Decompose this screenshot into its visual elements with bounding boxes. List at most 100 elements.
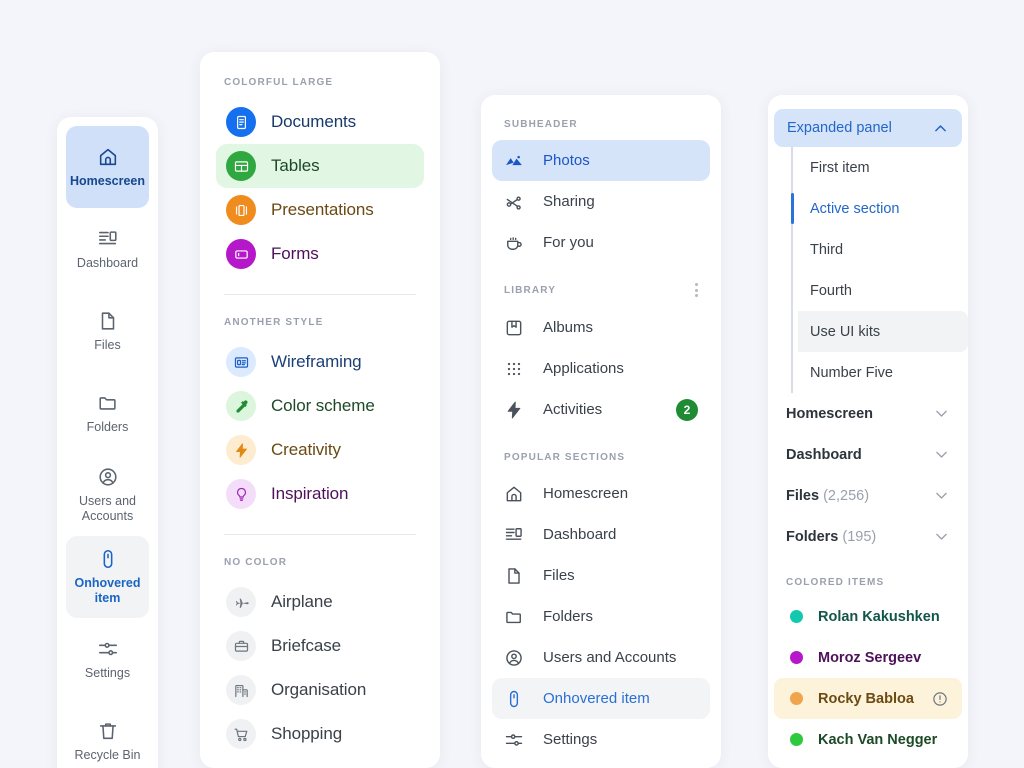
nav-item-for-you[interactable]: For you xyxy=(492,222,710,263)
folder-icon xyxy=(504,607,524,627)
eyedropper-icon xyxy=(226,391,256,421)
colorful-item-label: Wireframing xyxy=(271,352,362,371)
chevron-down-icon[interactable] xyxy=(933,405,950,422)
section-header-library-row: Library xyxy=(492,283,710,297)
user-circle-icon xyxy=(97,466,119,488)
rail-item-dashboard[interactable]: Dashboard xyxy=(66,208,149,290)
kebab-menu-icon[interactable] xyxy=(695,283,698,297)
nav-item-onhovered-item[interactable]: Onhovered item xyxy=(492,678,710,719)
colorful-item-organisation[interactable]: Organisation xyxy=(216,668,424,712)
user-circle-icon xyxy=(504,648,524,668)
rail-item-label: Recycle Bin xyxy=(74,747,141,762)
rail-item-recycle-bin[interactable]: Recycle Bin xyxy=(66,700,149,768)
app-canvas: Homescreen Dashboard Files Folders Users and… xyxy=(0,0,1024,768)
nav-item-photos[interactable]: Photos xyxy=(492,140,710,181)
tree-child-label: Third xyxy=(810,241,844,258)
nav-item-label: Onhovered item xyxy=(543,690,650,707)
colorful-item-briefcase[interactable]: Briefcase xyxy=(216,624,424,668)
nav-item-albums[interactable]: Albums xyxy=(492,307,710,348)
chevron-up-icon[interactable] xyxy=(932,120,949,137)
tree-group-count: (2,256) xyxy=(823,487,870,504)
rail-item-users-and-accounts[interactable]: Users and Accounts xyxy=(66,454,149,536)
colorful-item-wireframing[interactable]: Wireframing xyxy=(216,340,424,384)
tree-group-files[interactable]: Files (2,256) xyxy=(774,475,962,516)
rail-item-settings[interactable]: Settings xyxy=(66,618,149,700)
trash-icon xyxy=(97,720,119,742)
section-divider xyxy=(224,294,416,295)
nav-item-label: Activities xyxy=(543,401,603,418)
wireframe-icon xyxy=(226,347,256,377)
tree-child-use-ui-kits[interactable]: Use UI kits xyxy=(798,311,968,352)
dashboard-icon xyxy=(97,228,119,250)
rail-item-onhovered-item[interactable]: Onhovered item xyxy=(66,536,149,618)
section-header-library: Library xyxy=(504,284,557,296)
tree-child-fourth[interactable]: Fourth xyxy=(798,270,962,311)
section-divider xyxy=(224,534,416,535)
rail-item-label: Homescreen xyxy=(69,173,146,188)
colorful-item-shopping[interactable]: Shopping xyxy=(216,712,424,756)
tree-child-first-item[interactable]: First item xyxy=(798,147,962,188)
tree-child-third[interactable]: Third xyxy=(798,229,962,270)
form-icon xyxy=(226,239,256,269)
expanded-panel-header[interactable]: Expanded panel xyxy=(774,109,962,147)
tree-child-label: Number Five xyxy=(810,364,893,381)
colored-item-moroz-sergeev[interactable]: Moroz Sergeev xyxy=(774,637,962,678)
tree-group-dashboard[interactable]: Dashboard xyxy=(774,434,962,475)
section-header: Colorful large xyxy=(224,77,334,88)
nav-item-label: Albums xyxy=(543,319,594,336)
colorful-item-inspiration[interactable]: Inspiration xyxy=(216,472,424,516)
nav-item-folders[interactable]: Folders xyxy=(492,596,710,637)
colored-item-label: Rocky Babloa xyxy=(818,690,914,707)
colorful-item-airplane[interactable]: Airplane xyxy=(216,580,424,624)
rail-item-folders[interactable]: Folders xyxy=(66,372,149,454)
nav-item-label: Sharing xyxy=(543,193,595,210)
dashboard-icon xyxy=(504,525,524,545)
bulb-icon xyxy=(226,479,256,509)
mouse-icon xyxy=(97,548,119,570)
cup-icon xyxy=(504,233,524,253)
colored-item-kach-van-negger[interactable]: Kach Van Negger xyxy=(774,719,962,760)
tree-navigation-panel: Expanded panel First item Active section Th… xyxy=(768,95,968,768)
section-header: Another style xyxy=(224,317,324,328)
alert-circle-icon[interactable] xyxy=(932,691,948,707)
colorful-item-presentations[interactable]: Presentations xyxy=(216,188,424,232)
nav-item-homescreen[interactable]: Homescreen xyxy=(492,473,710,514)
nav-item-label: Homescreen xyxy=(543,485,629,502)
expanded-panel-label: Expanded panel xyxy=(787,120,892,136)
colored-item-rocky-babloa[interactable]: Rocky Babloa xyxy=(774,678,962,719)
tree-child-active-section[interactable]: Active section xyxy=(791,188,962,229)
tree-child-number-five[interactable]: Number Five xyxy=(798,352,962,393)
tree-group-homescreen[interactable]: Homescreen xyxy=(774,393,962,434)
colorful-item-tables[interactable]: Tables xyxy=(216,144,424,188)
nav-item-dashboard[interactable]: Dashboard xyxy=(492,514,710,555)
nav-item-label: Dashboard xyxy=(543,526,617,543)
colorful-item-creativity[interactable]: Creativity xyxy=(216,428,424,472)
tree-group-label: Dashboard xyxy=(786,447,862,463)
colorful-item-label: Documents xyxy=(271,112,357,131)
chevron-down-icon[interactable] xyxy=(933,487,950,504)
colorful-item-color-scheme[interactable]: Color scheme xyxy=(216,384,424,428)
colored-item-label: Kach Van Negger xyxy=(818,731,938,748)
tree-group-folders[interactable]: Folders (195) xyxy=(774,516,962,557)
file-icon xyxy=(97,310,119,332)
rail-item-files[interactable]: Files xyxy=(66,290,149,372)
nav-item-applications[interactable]: Applications xyxy=(492,348,710,389)
nav-item-settings[interactable]: Settings xyxy=(492,719,710,760)
chevron-down-icon[interactable] xyxy=(933,446,950,463)
section-header: No color xyxy=(224,557,288,568)
rail-item-label: Dashboard xyxy=(76,255,139,270)
nav-item-activities[interactable]: Activities 2 xyxy=(492,389,710,430)
tree-group-label: Folders (195) xyxy=(786,529,876,545)
home-icon xyxy=(504,484,524,504)
nav-item-files[interactable]: Files xyxy=(492,555,710,596)
chevron-down-icon[interactable] xyxy=(933,528,950,545)
nav-item-sharing[interactable]: Sharing xyxy=(492,181,710,222)
colorful-item-documents[interactable]: Documents xyxy=(216,100,424,144)
tree-child-label: First item xyxy=(810,159,870,176)
colorful-item-label: Briefcase xyxy=(271,636,341,655)
nav-item-users-and-accounts[interactable]: Users and Accounts xyxy=(492,637,710,678)
colorful-item-label: Airplane xyxy=(271,592,333,611)
colorful-item-forms[interactable]: Forms xyxy=(216,232,424,276)
rail-item-homescreen[interactable]: Homescreen xyxy=(66,126,149,208)
colored-item-rolan-kakushken[interactable]: Rolan Kakushken xyxy=(774,596,962,637)
